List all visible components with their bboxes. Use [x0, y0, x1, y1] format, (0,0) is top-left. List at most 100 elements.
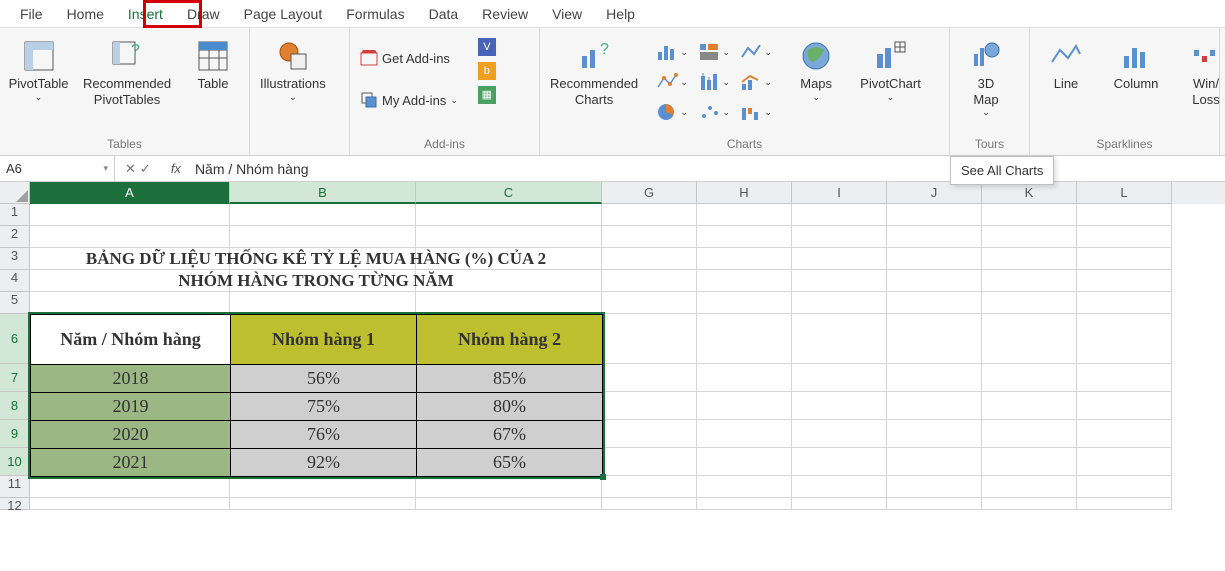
- row-head-11[interactable]: 11: [0, 476, 30, 498]
- select-all-corner[interactable]: [0, 182, 30, 204]
- people-icon: ▦: [478, 86, 496, 104]
- pivotchart-icon: [875, 40, 907, 72]
- bubble-chart-button[interactable]: ⌄: [694, 98, 734, 126]
- dropdown-icon: ⌄: [982, 107, 990, 118]
- spreadsheet-grid[interactable]: A B C G H I J K L 1 2 3 4 5 6 7 8 9 10 1…: [0, 182, 1225, 510]
- row-head-5[interactable]: 5: [0, 292, 30, 314]
- globe-icon: [800, 40, 832, 72]
- tab-help[interactable]: Help: [594, 2, 647, 26]
- tab-insert[interactable]: Insert: [116, 2, 175, 26]
- tab-page-layout[interactable]: Page Layout: [232, 2, 335, 26]
- column-chart-button[interactable]: ⌄: [652, 38, 692, 66]
- data-table[interactable]: Năm / Nhóm hàng Nhóm hàng 1 Nhóm hàng 2 …: [30, 314, 603, 477]
- 3d-map-button[interactable]: 3D Map ⌄: [956, 38, 1016, 120]
- pivotchart-button[interactable]: PivotChart ⌄: [856, 38, 925, 104]
- dropdown-icon: ⌄: [812, 92, 820, 103]
- row-head-8[interactable]: 8: [0, 392, 30, 420]
- recommended-charts-button[interactable]: ? Recommended Charts: [546, 38, 642, 109]
- col-head-g[interactable]: G: [602, 182, 697, 204]
- maps-button[interactable]: Maps ⌄: [786, 38, 846, 104]
- row-head-6[interactable]: 6: [0, 314, 30, 364]
- table-header-year[interactable]: Năm / Nhóm hàng: [31, 315, 231, 365]
- tab-review[interactable]: Review: [470, 2, 540, 26]
- enter-icon[interactable]: ✓: [140, 161, 151, 177]
- visio-icon: V: [478, 38, 496, 56]
- group-label-sparklines: Sparklines: [1036, 137, 1213, 153]
- combo-chart-button[interactable]: ⌄: [736, 68, 776, 96]
- addins-icon: [360, 91, 378, 109]
- my-addins-button[interactable]: My Add-ins ⌄: [356, 86, 462, 114]
- people-addin-button[interactable]: ▦: [478, 86, 496, 104]
- hierarchy-chart-icon: [698, 42, 722, 62]
- column-chart-icon: [656, 42, 680, 62]
- formula-input[interactable]: Năm / Nhóm hàng: [189, 161, 1225, 177]
- recommended-pivottables-icon: ?: [111, 40, 143, 72]
- bing-addin-button[interactable]: b: [478, 62, 496, 80]
- sparkline-winloss-button[interactable]: Win/ Loss: [1176, 38, 1225, 109]
- waterfall-chart-icon: [740, 102, 764, 122]
- waterfall-chart-button[interactable]: ⌄: [736, 98, 776, 126]
- dropdown-icon: ⌄: [35, 92, 43, 103]
- col-head-k[interactable]: K: [982, 182, 1077, 204]
- col-head-j[interactable]: J: [887, 182, 982, 204]
- sparkline-winloss-icon: [1190, 40, 1222, 72]
- scatter-chart-button[interactable]: ⌄: [652, 68, 692, 96]
- sparkline-line-button[interactable]: Line: [1036, 38, 1096, 94]
- tab-view[interactable]: View: [540, 2, 594, 26]
- row-head-12[interactable]: 12: [0, 498, 30, 510]
- row-head-3[interactable]: 3: [0, 248, 30, 270]
- row-head-10[interactable]: 10: [0, 448, 30, 476]
- selection-handle[interactable]: [600, 474, 606, 480]
- pie-chart-icon: [656, 102, 680, 122]
- pivottable-button[interactable]: PivotTable ⌄: [6, 38, 71, 104]
- pie-chart-button[interactable]: ⌄: [652, 98, 692, 126]
- group-label-charts: Charts: [546, 137, 943, 153]
- table-button[interactable]: Table: [183, 38, 243, 94]
- tab-data[interactable]: Data: [417, 2, 471, 26]
- table-icon: [197, 40, 229, 72]
- dropdown-icon: ⌄: [289, 92, 297, 103]
- svg-text:?: ?: [131, 42, 140, 59]
- col-head-h[interactable]: H: [697, 182, 792, 204]
- 3d-map-icon: [970, 40, 1002, 72]
- store-icon: [360, 49, 378, 67]
- row-head-4[interactable]: 4: [0, 270, 30, 292]
- ribbon: PivotTable ⌄ ? Recommended PivotTables T…: [0, 28, 1225, 156]
- col-head-l[interactable]: L: [1077, 182, 1172, 204]
- tab-home[interactable]: Home: [55, 2, 116, 26]
- group-label-illustrations: [256, 151, 343, 153]
- get-addins-button[interactable]: Get Add-ins: [356, 44, 462, 72]
- col-head-b[interactable]: B: [230, 182, 416, 204]
- table-header-group1[interactable]: Nhóm hàng 1: [231, 315, 417, 365]
- sparkline-column-icon: [1120, 40, 1152, 72]
- table-header-group2[interactable]: Nhóm hàng 2: [417, 315, 603, 365]
- cancel-icon[interactable]: ✕: [125, 161, 136, 177]
- sparkline-column-button[interactable]: Column: [1106, 38, 1166, 94]
- row-head-9[interactable]: 9: [0, 420, 30, 448]
- group-label-addins: Add-ins: [356, 137, 533, 153]
- visio-addin-button[interactable]: V: [478, 38, 496, 56]
- combo-chart-icon: [740, 72, 764, 92]
- table-row: 2019 75% 80%: [31, 393, 603, 421]
- recommended-pivottables-button[interactable]: ? Recommended PivotTables: [81, 38, 173, 109]
- scatter-chart-icon: [656, 72, 680, 92]
- hierarchy-chart-button[interactable]: ⌄: [694, 38, 734, 66]
- group-label-tours: Tours: [956, 137, 1023, 153]
- illustrations-button[interactable]: Illustrations ⌄: [256, 38, 330, 104]
- pivottable-icon: [23, 40, 55, 72]
- see-all-charts-tooltip: See All Charts: [950, 156, 1054, 185]
- col-head-i[interactable]: I: [792, 182, 887, 204]
- row-head-7[interactable]: 7: [0, 364, 30, 392]
- line-chart-button[interactable]: ⌄: [736, 38, 776, 66]
- col-head-a[interactable]: A: [30, 182, 230, 204]
- row-head-1[interactable]: 1: [0, 204, 30, 226]
- statistic-chart-button[interactable]: ⌄: [694, 68, 734, 96]
- row-head-2[interactable]: 2: [0, 226, 30, 248]
- fx-icon[interactable]: fx: [161, 161, 189, 176]
- col-head-c[interactable]: C: [416, 182, 602, 204]
- tab-formulas[interactable]: Formulas: [334, 2, 416, 26]
- group-label-tables: Tables: [6, 137, 243, 153]
- name-box[interactable]: A6 ▾: [0, 156, 115, 181]
- tab-file[interactable]: File: [8, 2, 55, 26]
- tab-draw[interactable]: Draw: [175, 2, 232, 26]
